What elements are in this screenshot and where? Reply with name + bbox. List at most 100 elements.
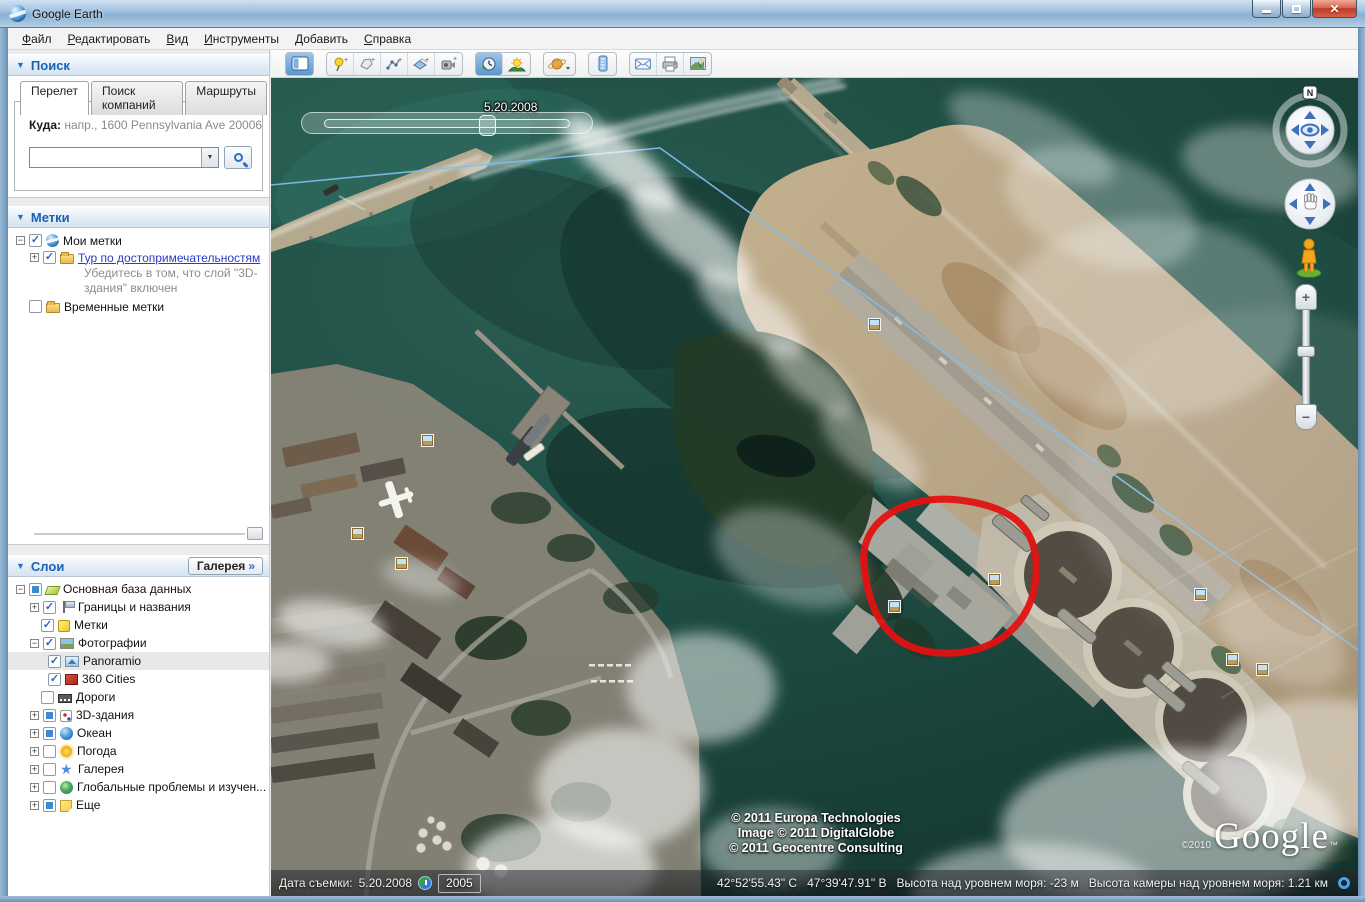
expand-expander[interactable]: [30, 800, 39, 810]
panoramio-placemark[interactable]: [422, 435, 433, 446]
menu-tools[interactable]: Инструменты: [196, 29, 287, 49]
zoom-out-button[interactable]: [1295, 404, 1317, 430]
planet-switch-button[interactable]: [544, 53, 575, 75]
tab-directions[interactable]: Маршруты: [185, 81, 267, 115]
print-button[interactable]: [657, 52, 684, 75]
tree-row-sightseeing-tour[interactable]: Тур по достопримечательностям: [8, 249, 269, 266]
imagery-year-badge[interactable]: 2005: [438, 873, 481, 893]
menu-view[interactable]: Вид: [158, 29, 196, 49]
layer-label[interactable]: Погода: [77, 744, 117, 758]
layer-row-borders[interactable]: Границы и названия: [8, 598, 269, 616]
expand-expander[interactable]: [30, 602, 39, 612]
email-button[interactable]: [630, 52, 657, 75]
panoramio-placemark[interactable]: [889, 601, 900, 612]
layer-label[interactable]: Еще: [76, 798, 100, 812]
collapse-expander[interactable]: [16, 236, 25, 245]
layer-row-weather[interactable]: Погода: [8, 742, 269, 760]
layer-label[interactable]: Panoramio: [83, 654, 141, 668]
layer-label[interactable]: Основная база данных: [63, 582, 191, 596]
layer-row-primary-database[interactable]: Основная база данных: [8, 580, 269, 598]
expand-expander[interactable]: [30, 746, 39, 756]
weather-checkbox[interactable]: [43, 744, 56, 758]
panoramio-checkbox[interactable]: [48, 654, 61, 668]
panoramio-placemark[interactable]: [396, 558, 407, 569]
tab-fly-to[interactable]: Перелет: [20, 81, 90, 115]
time-slider-track[interactable]: [324, 119, 570, 128]
scrollbar-handle[interactable]: [247, 527, 263, 540]
tree-row-my-places[interactable]: Мои метки: [8, 232, 269, 249]
layer-row-3d-buildings[interactable]: 3D-здания: [8, 706, 269, 724]
placemarks-panel-header[interactable]: Метки: [8, 206, 269, 228]
panoramio-placemark[interactable]: [1227, 654, 1238, 665]
menu-help[interactable]: Справка: [356, 29, 419, 49]
panoramio-placemark[interactable]: [352, 528, 363, 539]
time-slider[interactable]: 5.20.2008: [301, 100, 593, 136]
collapse-expander[interactable]: [16, 584, 25, 594]
panoramio-placemark[interactable]: [1257, 664, 1268, 675]
move-joystick[interactable]: [1282, 176, 1338, 232]
sidebar-toggle-button[interactable]: [286, 52, 313, 75]
panoramio-placemark[interactable]: [1195, 589, 1206, 600]
layer-row-ocean[interactable]: Океан: [8, 724, 269, 742]
placemarks-hscrollbar[interactable]: [12, 526, 265, 542]
gallery-button[interactable]: Галерея »: [187, 557, 263, 575]
collapse-expander[interactable]: [30, 638, 39, 648]
layer-label[interactable]: Дороги: [76, 690, 115, 704]
sightseeing-link[interactable]: Тур по достопримечательностям: [78, 251, 260, 265]
search-button[interactable]: [224, 146, 252, 169]
add-polygon-button[interactable]: +: [354, 52, 381, 75]
more-checkbox[interactable]: [43, 798, 56, 812]
sunlight-button[interactable]: [503, 53, 530, 75]
zoom-handle[interactable]: [1297, 346, 1315, 357]
tab-find-businesses[interactable]: Поиск компаний: [91, 81, 184, 115]
my-places-checkbox[interactable]: [29, 234, 42, 247]
search-input[interactable]: [30, 148, 201, 167]
add-image-overlay-button[interactable]: +: [408, 52, 435, 75]
menu-file[interactable]: Файл: [14, 29, 60, 49]
historical-clock-icon[interactable]: [418, 876, 433, 890]
menu-edit[interactable]: Редактировать: [60, 29, 159, 49]
add-path-button[interactable]: +: [381, 52, 408, 75]
layer-label[interactable]: 3D-здания: [76, 708, 134, 722]
tree-row-temporary-places[interactable]: Временные метки: [8, 298, 269, 315]
primary-database-checkbox[interactable]: [29, 582, 42, 596]
temporary-places-checkbox[interactable]: [29, 300, 42, 313]
combo-dropdown-button[interactable]: [201, 148, 218, 167]
expand-expander[interactable]: [30, 764, 39, 774]
zoom-track[interactable]: [1302, 296, 1310, 418]
look-joystick[interactable]: N: [1268, 85, 1352, 170]
placemarks-layer-checkbox[interactable]: [41, 618, 54, 632]
expand-expander[interactable]: [30, 710, 39, 720]
sightseeing-checkbox[interactable]: [43, 251, 56, 264]
expand-expander[interactable]: [30, 782, 39, 792]
minimize-button[interactable]: [1252, 0, 1281, 18]
layer-label[interactable]: Метки: [74, 618, 108, 632]
menu-add[interactable]: Добавить: [287, 29, 356, 49]
layer-row-panoramio[interactable]: Panoramio: [8, 652, 269, 670]
close-button[interactable]: [1312, 0, 1357, 18]
cities360-checkbox[interactable]: [48, 672, 61, 686]
layer-label[interactable]: Глобальные проблемы и изучен...: [77, 780, 266, 794]
layer-label[interactable]: Границы и названия: [78, 600, 191, 614]
time-slider-handle[interactable]: [479, 115, 496, 136]
satellite-map[interactable]: 5.20.2008 N + − © 2011 Europa Technologi…: [271, 78, 1358, 896]
ocean-checkbox[interactable]: [43, 726, 56, 740]
buildings3d-checkbox[interactable]: [43, 708, 56, 722]
roads-checkbox[interactable]: [41, 690, 54, 704]
layers-panel-header[interactable]: Слои Галерея »: [8, 555, 269, 577]
zoom-in-button[interactable]: [1295, 284, 1317, 310]
photos-checkbox[interactable]: [43, 636, 56, 650]
zoom-control[interactable]: [1295, 284, 1317, 430]
add-placemark-button[interactable]: +: [327, 52, 354, 75]
borders-checkbox[interactable]: [43, 600, 56, 614]
layer-row-photos[interactable]: Фотографии: [8, 634, 269, 652]
layer-row-more[interactable]: Еще: [8, 796, 269, 814]
historical-imagery-button[interactable]: [476, 52, 503, 75]
my-places-label[interactable]: Мои метки: [63, 234, 122, 248]
pegman[interactable]: [1294, 236, 1324, 278]
expand-expander[interactable]: [30, 253, 39, 262]
record-tour-button[interactable]: +: [435, 53, 462, 75]
expand-expander[interactable]: [30, 728, 39, 738]
layer-label[interactable]: Фотографии: [78, 636, 147, 650]
layer-row-360cities[interactable]: 360 Cities: [8, 670, 269, 688]
